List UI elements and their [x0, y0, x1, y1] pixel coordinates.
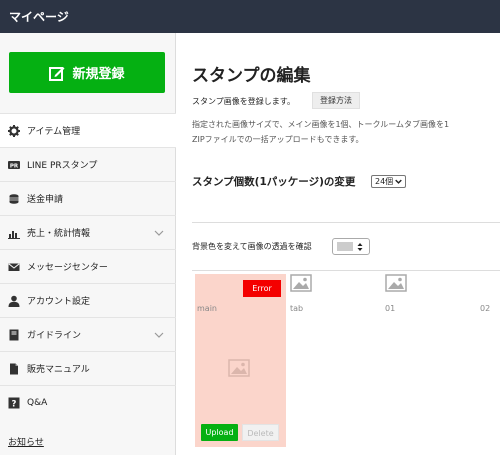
stamp-count-select[interactable]: 24個	[371, 175, 407, 188]
slot-label: 02	[480, 304, 491, 313]
image-placeholder-icon	[385, 274, 407, 292]
pr-icon: PR	[8, 159, 20, 171]
sort-arrows-icon	[357, 242, 363, 251]
bar-chart-icon	[8, 227, 20, 239]
sidebar-item-label: LINE PRスタンプ	[27, 161, 98, 171]
sidebar: 新規登録 アイテム管理 PR LINE PRスタンプ 送金申請 売上・統計情報	[0, 33, 176, 455]
sidebar-item-label: アイテム管理	[27, 127, 81, 137]
instructions-line-2: ZIPファイルでの一括アップロードもできます。	[192, 135, 364, 144]
chevron-down-icon[interactable]	[154, 228, 164, 238]
sidebar-item-item-management[interactable]: アイテム管理	[0, 113, 176, 147]
upload-instructions: 指定された画像サイズで、メイン画像を1個、トークルームタブ画像を1 ZIPファイ…	[192, 117, 449, 147]
slot-label: tab	[290, 304, 304, 313]
error-badge: Error	[243, 280, 281, 297]
instructions-line-1: 指定された画像サイズで、メイン画像を1個、トークルームタブ画像を1	[192, 120, 450, 129]
page-title: スタンプの編集	[192, 66, 311, 86]
image-placeholder-icon	[228, 359, 250, 377]
slot-label: 01	[385, 304, 396, 313]
background-color-select[interactable]	[332, 238, 370, 255]
image-placeholder	[290, 274, 381, 296]
page-header-title: マイページ	[9, 10, 69, 24]
sidebar-item-label: 送金申請	[27, 195, 64, 205]
upload-button[interactable]: Upload	[201, 424, 238, 441]
chevron-down-icon	[395, 179, 402, 184]
delete-button[interactable]: Delete	[242, 424, 279, 441]
sidebar-item-sales-manual[interactable]: 販売マニュアル	[0, 351, 176, 385]
sidebar-item-account-settings[interactable]: アカウント設定	[0, 283, 176, 317]
sidebar-item-label: 売上・統計情報	[27, 229, 91, 239]
sidebar-item-label: アカウント設定	[27, 297, 91, 307]
gear-icon	[8, 124, 20, 137]
top-bar: マイページ	[0, 0, 500, 33]
section-divider	[192, 270, 500, 271]
slot-label: main	[197, 304, 217, 313]
sidebar-item-label: メッセージセンター	[27, 263, 108, 273]
chevron-down-icon[interactable]	[154, 330, 164, 340]
notice-link[interactable]: お知らせ	[8, 435, 44, 448]
stamp-slot-tab[interactable]: tab	[290, 274, 381, 447]
image-placeholder-icon	[290, 274, 312, 292]
section-divider	[192, 222, 500, 223]
howto-button[interactable]: 登録方法	[312, 92, 360, 109]
sidebar-menu: アイテム管理 PR LINE PRスタンプ 送金申請 売上・統計情報 メッセージ…	[0, 113, 176, 419]
envelope-icon	[8, 261, 20, 273]
new-registration-label: 新規登録	[72, 67, 125, 82]
user-icon	[8, 295, 20, 307]
new-registration-button[interactable]: 新規登録	[9, 52, 165, 93]
color-swatch	[337, 242, 353, 251]
sidebar-item-remittance[interactable]: 送金申請	[0, 181, 176, 215]
svg-text:?: ?	[12, 399, 17, 409]
edit-icon	[49, 66, 65, 81]
sidebar-item-sales-stats[interactable]: 売上・統計情報	[0, 215, 176, 249]
stamp-slot-01[interactable]: 01	[385, 274, 476, 447]
svg-text:PR: PR	[10, 163, 19, 169]
sidebar-item-label: ガイドライン	[27, 331, 82, 341]
sidebar-item-message-center[interactable]: メッセージセンター	[0, 249, 176, 283]
sidebar-item-guidelines[interactable]: ガイドライン	[0, 317, 176, 351]
background-color-label: 背景色を変えて画像の透過を確認	[192, 242, 312, 251]
stamp-slot-main[interactable]: Error main Upload Delete	[195, 274, 286, 447]
coins-icon	[8, 193, 20, 205]
sidebar-item-label: 販売マニュアル	[27, 365, 90, 375]
stamp-count-value: 24個	[375, 177, 394, 186]
sidebar-item-qa[interactable]: ? Q&A	[0, 385, 176, 419]
book-icon	[8, 329, 20, 341]
stamp-slot-02[interactable]: 02	[480, 274, 500, 447]
question-icon: ?	[8, 397, 20, 409]
main-content: スタンプの編集 スタンプ画像を登録します。 登録方法 指定された画像サイズで、メ…	[177, 33, 500, 455]
register-description: スタンプ画像を登録します。	[192, 97, 295, 106]
image-placeholder	[385, 274, 476, 296]
stamp-count-label: スタンプ個数(1パッケージ)の変更	[192, 176, 356, 188]
sidebar-item-line-pr-stamp[interactable]: PR LINE PRスタンプ	[0, 147, 176, 181]
sidebar-item-label: Q&A	[27, 397, 48, 408]
document-icon	[8, 363, 20, 375]
